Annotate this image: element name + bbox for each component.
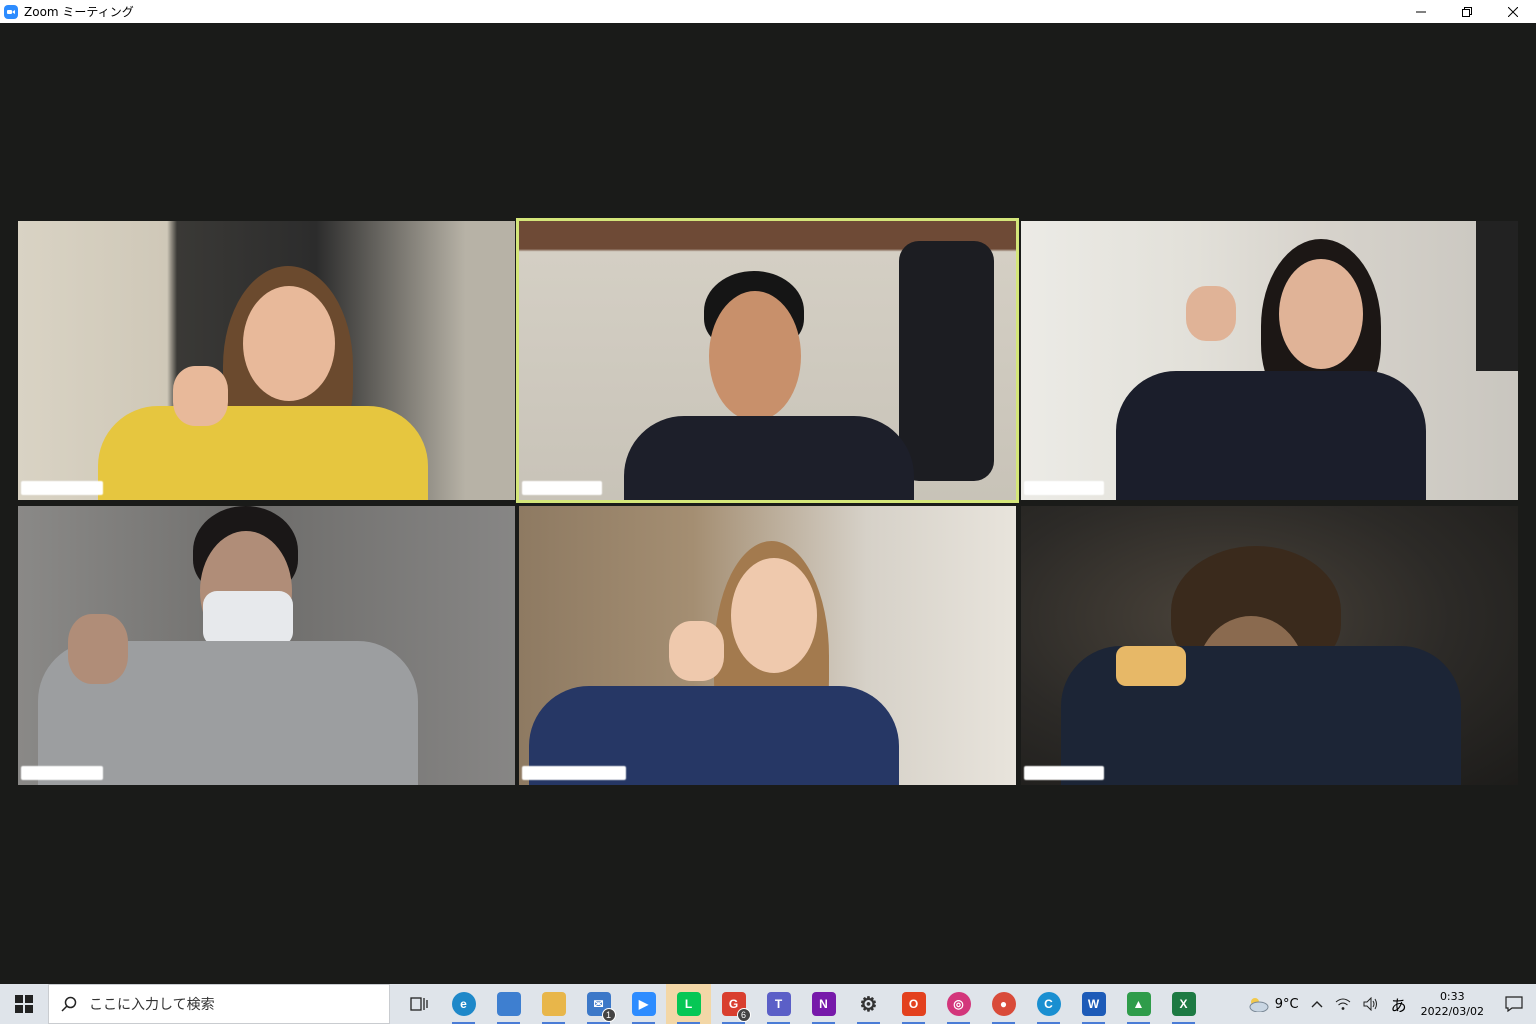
search-placeholder: ここに入力して検索: [89, 997, 215, 1013]
notification-icon: [1505, 996, 1523, 1012]
edge-icon: e: [451, 992, 476, 1016]
taskbar: ここに入力して検索 e ✉ 1 ▶ L G 6 T N ⚙ O ◎ ● C W ▲ X 9°C あ 0:33 2…: [0, 984, 1536, 1024]
participant-name-tag: [522, 481, 602, 495]
windows-logo-icon: [15, 995, 33, 1013]
taskbar-app-settings[interactable]: ⚙: [846, 984, 891, 1024]
ime-indicator[interactable]: あ: [1385, 984, 1413, 1024]
onenote-icon: N: [811, 992, 836, 1016]
taskbar-app-edge[interactable]: e: [441, 984, 486, 1024]
participant-figure: [519, 221, 1016, 500]
participant-name-tag: [21, 481, 103, 495]
minimize-button[interactable]: [1398, 0, 1444, 23]
participant-video-4[interactable]: [18, 506, 515, 785]
office-icon: O: [901, 992, 926, 1016]
participant-figure: [1021, 221, 1518, 500]
line-icon: L: [676, 992, 701, 1016]
close-icon: [1508, 6, 1518, 17]
gmail-badge: 6: [736, 1008, 751, 1022]
taskbar-app-cortana[interactable]: C: [1026, 984, 1071, 1024]
participant-name-tag: [1024, 481, 1104, 495]
mail-badge: 1: [601, 1008, 616, 1022]
file-explorer-icon: [541, 992, 566, 1016]
cortana-icon: C: [1036, 992, 1061, 1016]
system-tray: 9°C あ 0:33 2022/03/02: [1241, 984, 1536, 1024]
window-title: Zoom ミーティング: [24, 5, 134, 19]
participant-figure: [18, 221, 515, 500]
teams-icon: T: [766, 992, 791, 1016]
participant-figure: [1021, 506, 1518, 785]
show-hidden-icons-button[interactable]: [1305, 984, 1329, 1024]
network-button[interactable]: [1329, 984, 1357, 1024]
taskbar-app-onenote[interactable]: N: [801, 984, 846, 1024]
taskbar-app-line[interactable]: L: [666, 984, 711, 1024]
weather-widget[interactable]: 9°C: [1241, 984, 1305, 1024]
minimize-icon: [1416, 11, 1426, 12]
participant-figure: [18, 506, 515, 785]
participant-video-3[interactable]: [1021, 221, 1518, 500]
restore-icon: [1462, 6, 1472, 17]
title-bar: Zoom ミーティング: [0, 0, 1536, 23]
taskbar-app-chrome-app[interactable]: ●: [981, 984, 1026, 1024]
clock[interactable]: 0:33 2022/03/02: [1413, 989, 1492, 1019]
start-button[interactable]: [0, 984, 48, 1024]
speaker-icon: [1363, 997, 1377, 1011]
participant-video-5[interactable]: [519, 506, 1016, 785]
participant-video-1[interactable]: [18, 221, 515, 500]
taskbar-app-list: e ✉ 1 ▶ L G 6 T N ⚙ O ◎ ● C W ▲ X: [396, 984, 1206, 1024]
clock-time: 0:33: [1439, 990, 1465, 1003]
weather-temperature: 9°C: [1274, 996, 1299, 1012]
green-app-icon: ▲: [1126, 992, 1151, 1016]
wifi-icon: [1335, 998, 1350, 1010]
taskbar-app-word[interactable]: W: [1071, 984, 1116, 1024]
taskbar-app-office[interactable]: O: [891, 984, 936, 1024]
taskbar-app-green-app[interactable]: ▲: [1116, 984, 1161, 1024]
notification-center-button[interactable]: [1492, 984, 1536, 1024]
weather-cloud-icon: [1249, 998, 1269, 1012]
taskbar-app-task-view[interactable]: [396, 984, 441, 1024]
chrome-app-icon: ●: [991, 992, 1016, 1016]
taskbar-app-instagram[interactable]: ◎: [936, 984, 981, 1024]
taskbar-app-gmail[interactable]: G6: [711, 984, 756, 1024]
taskbar-search-box[interactable]: ここに入力して検索: [48, 984, 390, 1024]
participant-figure: [519, 506, 1016, 785]
taskbar-app-store[interactable]: [486, 984, 531, 1024]
gmail-icon: G6: [721, 992, 751, 1022]
taskbar-app-mail[interactable]: ✉ 1: [576, 984, 621, 1024]
zoom-icon: ▶: [631, 992, 656, 1016]
clock-date: 2022/03/02: [1420, 1005, 1484, 1018]
participant-name-tag: [1024, 766, 1104, 780]
chevron-up-icon: [1311, 1001, 1323, 1008]
zoom-app-icon: [4, 4, 18, 19]
volume-button[interactable]: [1357, 984, 1385, 1024]
restore-button[interactable]: [1444, 0, 1490, 23]
participant-name-tag: [522, 766, 626, 780]
participant-video-6[interactable]: [1021, 506, 1518, 785]
mail-icon: ✉ 1: [586, 992, 616, 1022]
taskbar-app-file-explorer[interactable]: [531, 984, 576, 1024]
close-button[interactable]: [1490, 0, 1536, 23]
taskbar-app-teams[interactable]: T: [756, 984, 801, 1024]
settings-icon: ⚙: [859, 993, 878, 1016]
taskbar-app-excel[interactable]: X: [1161, 984, 1206, 1024]
instagram-icon: ◎: [946, 992, 971, 1016]
search-icon: [61, 996, 81, 1012]
gallery-view: [0, 23, 1536, 984]
word-icon: W: [1081, 992, 1106, 1016]
taskbar-app-zoom[interactable]: ▶: [621, 984, 666, 1024]
excel-icon: X: [1171, 992, 1196, 1016]
participant-video-2[interactable]: [516, 218, 1019, 503]
participant-name-tag: [21, 766, 103, 780]
task-view-icon: [407, 992, 431, 1016]
store-icon: [496, 992, 521, 1016]
